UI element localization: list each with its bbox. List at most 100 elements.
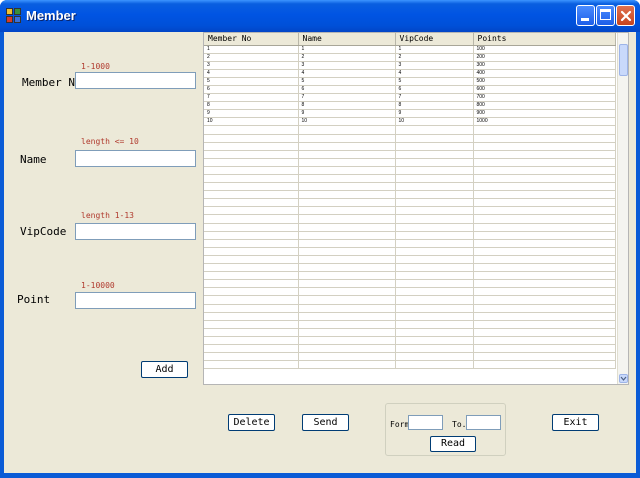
table-row-empty[interactable]	[204, 247, 616, 256]
from-input[interactable]	[408, 415, 443, 430]
table-row[interactable]: 10 10 10 1000	[204, 117, 616, 127]
table-cell[interactable]	[204, 125, 299, 135]
table-cell[interactable]	[395, 279, 474, 289]
table-row[interactable]: 7 7 7 700	[204, 93, 616, 103]
table-cell[interactable]	[473, 360, 616, 370]
table-cell[interactable]	[395, 239, 474, 248]
table-cell[interactable]	[298, 134, 396, 143]
table-cell[interactable]	[204, 295, 299, 305]
table-cell[interactable]	[204, 279, 299, 289]
table-cell[interactable]	[473, 198, 616, 208]
table-cell[interactable]	[298, 190, 396, 200]
table-cell[interactable]	[298, 328, 396, 337]
table-cell[interactable]: 9	[298, 109, 396, 119]
table-cell[interactable]	[395, 336, 474, 345]
table-cell[interactable]: 400	[473, 69, 616, 78]
table-cell[interactable]: 900	[473, 109, 616, 119]
table-cell[interactable]	[395, 231, 474, 240]
table-cell[interactable]	[298, 239, 396, 248]
table-row-empty[interactable]	[204, 231, 616, 240]
table-cell[interactable]	[204, 336, 299, 345]
table-cell[interactable]: 4	[395, 69, 474, 78]
table-cell[interactable]	[298, 312, 396, 321]
table-cell[interactable]	[298, 263, 396, 273]
table-cell[interactable]	[395, 344, 474, 354]
table-row[interactable]: 2 2 2 200	[204, 53, 616, 62]
table-cell[interactable]	[395, 166, 474, 176]
table-cell[interactable]	[395, 223, 474, 232]
table-cell[interactable]	[204, 174, 299, 184]
table-cell[interactable]	[473, 336, 616, 345]
table-cell[interactable]	[473, 239, 616, 248]
table-cell[interactable]	[298, 125, 396, 135]
table-row-empty[interactable]	[204, 142, 616, 151]
table-cell[interactable]	[473, 182, 616, 192]
table-row-empty[interactable]	[204, 125, 616, 135]
table-cell[interactable]	[473, 312, 616, 321]
table-cell[interactable]	[395, 134, 474, 143]
table-cell[interactable]: 6	[298, 85, 396, 95]
table-cell[interactable]	[473, 320, 616, 329]
table-cell[interactable]	[298, 352, 396, 362]
table-row-empty[interactable]	[204, 206, 616, 216]
table-cell[interactable]: 5	[204, 77, 299, 86]
table-cell[interactable]	[473, 166, 616, 176]
table-cell[interactable]	[395, 360, 474, 370]
table-cell[interactable]	[473, 174, 616, 184]
table-cell[interactable]	[298, 295, 396, 305]
table-cell[interactable]: 500	[473, 77, 616, 86]
table-cell[interactable]	[298, 231, 396, 240]
table-cell[interactable]	[473, 247, 616, 256]
member-grid[interactable]: Member No Name VipCode Points 1 1 1 100 2 2 2 200 3…	[203, 32, 629, 385]
table-cell[interactable]	[395, 142, 474, 151]
table-cell[interactable]	[298, 255, 396, 265]
table-row-empty[interactable]	[204, 271, 616, 281]
table-row-empty[interactable]	[204, 352, 616, 362]
table-cell[interactable]	[204, 142, 299, 151]
table-cell[interactable]: 1	[204, 45, 299, 54]
table-cell[interactable]	[298, 287, 396, 297]
read-button[interactable]: Read	[430, 436, 476, 452]
table-cell[interactable]	[298, 320, 396, 329]
table-row-empty[interactable]	[204, 150, 616, 159]
column-header[interactable]: Points	[473, 33, 616, 46]
table-cell[interactable]	[204, 166, 299, 176]
table-row[interactable]: 8 8 8 800	[204, 101, 616, 111]
table-cell[interactable]	[298, 206, 396, 216]
table-cell[interactable]: 6	[395, 85, 474, 95]
table-cell[interactable]	[204, 231, 299, 240]
table-row-empty[interactable]	[204, 214, 616, 224]
table-cell[interactable]	[298, 150, 396, 159]
table-cell[interactable]	[204, 150, 299, 159]
table-cell[interactable]	[473, 279, 616, 289]
add-button[interactable]: Add	[141, 361, 188, 378]
table-cell[interactable]	[298, 174, 396, 184]
table-row-empty[interactable]	[204, 239, 616, 248]
table-cell[interactable]: 800	[473, 101, 616, 111]
table-cell[interactable]	[298, 271, 396, 281]
table-row-empty[interactable]	[204, 190, 616, 200]
table-row-empty[interactable]	[204, 295, 616, 305]
table-cell[interactable]: 3	[395, 61, 474, 70]
table-cell[interactable]: 6	[204, 85, 299, 95]
table-row[interactable]: 9 9 9 900	[204, 109, 616, 119]
to-input[interactable]	[466, 415, 501, 430]
table-cell[interactable]	[473, 255, 616, 265]
table-cell[interactable]	[204, 352, 299, 362]
table-cell[interactable]: 10	[395, 117, 474, 127]
close-button[interactable]	[616, 5, 635, 26]
table-cell[interactable]	[204, 190, 299, 200]
table-cell[interactable]	[298, 166, 396, 176]
delete-button[interactable]: Delete	[228, 414, 275, 431]
scroll-down-button[interactable]	[619, 374, 628, 383]
table-cell[interactable]	[204, 271, 299, 281]
table-row-empty[interactable]	[204, 360, 616, 370]
table-row-empty[interactable]	[204, 158, 616, 167]
table-cell[interactable]	[395, 295, 474, 305]
table-row[interactable]: 4 4 4 400	[204, 69, 616, 78]
table-cell[interactable]	[298, 279, 396, 289]
table-cell[interactable]: 200	[473, 53, 616, 62]
table-cell[interactable]	[473, 287, 616, 297]
table-cell[interactable]	[395, 352, 474, 362]
table-cell[interactable]	[473, 328, 616, 337]
